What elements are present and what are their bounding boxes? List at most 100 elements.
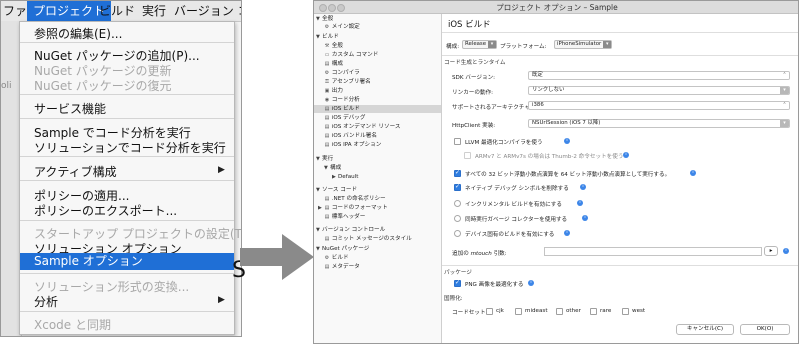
sidebar-item-ios-debug[interactable]: ▤ iOS デバッグ [324,114,366,122]
info-icon[interactable]: i [564,230,570,236]
divider [442,32,798,33]
tools-icon: ⚒ [324,43,330,49]
codeset-mideast-checkbox[interactable] [515,308,522,315]
sidebar-item-main-settings[interactable]: ⚙ メイン設定 [324,23,360,31]
llvm-checkbox[interactable] [454,138,461,145]
info-icon[interactable]: i [690,170,696,176]
ok-button[interactable]: OK(O) [740,324,790,335]
sidebar-item-standard-header[interactable]: ▤ 標準ヘッダー [324,213,366,221]
sdk-version-label: SDK バージョン: [452,75,496,81]
codeset-mideast-label: mideast [525,308,548,314]
sidebar-item-compiler[interactable]: ⚙ コンパイラ [324,69,360,77]
sidebar-item-dotnet-naming-policy[interactable]: ▤ .NET の命名ポリシー [324,195,386,203]
sidebar-item-ios-build[interactable]: ▤ iOS ビルド [314,105,441,113]
sidebar-item-commit-message-style[interactable]: ▤ コミット メッセージのスタイル [324,235,412,243]
platform-select[interactable]: iPhoneSimulator ▾ [554,40,613,49]
configuration-label: 構成: [446,44,460,50]
menu-separator [20,220,234,221]
page-icon: ▤ [324,106,330,112]
menu-separator [20,42,234,43]
sidebar-item-ios-on-demand-resources[interactable]: ▤ iOS オンデマンド リソース [324,123,401,131]
httpclient-select[interactable]: NSUrlSession (iOS 7 以降) ▾ [528,119,790,128]
menu-item-analyze-solution[interactable]: ソリューションでコード分析を実行 [34,139,226,156]
output-icon: ▣ [324,88,330,94]
mtouch-args-input[interactable] [544,247,762,256]
sidebar-item-assembly-signing[interactable]: ⚿ アセンブリ署名 [324,78,371,86]
menu-item-service-features[interactable]: サービス機能 [34,100,106,117]
sidebar-group-source-code[interactable]: ▼ ソース コード [316,186,357,194]
gear-icon: ⚙ [324,24,330,30]
menu-item-active-configuration[interactable]: アクティブ構成 [34,163,117,180]
incremental-build-toggle[interactable] [454,200,461,207]
supported-architectures-label: サポートされるアーキテクチャ: [452,105,532,111]
sidebar-item-custom-commands[interactable]: ▭ カスタム コマンド [324,51,379,59]
divider [442,55,798,56]
dialog-title: プロジェクト オプション – Sample [496,3,618,12]
sidebar-group-general[interactable]: ▼ 全般 [316,15,333,23]
info-icon[interactable]: i [528,280,534,286]
page-title: iOS ビルド [448,20,491,30]
codeset-other-checkbox[interactable] [556,308,563,315]
device-specific-build-label: デバイス固有のビルドを有効にする [465,232,555,238]
sdk-version-combo[interactable]: 既定 ⌃ [528,71,790,80]
sidebar-item-configurations[interactable]: ▤ 構成 [324,60,343,68]
info-icon[interactable]: i [577,200,583,206]
strip-native-debug-symbols-checkbox[interactable] [454,183,461,191]
sidebar-item-build-general[interactable]: ⚒ 全般 [324,42,343,50]
device-specific-build-toggle[interactable] [454,230,461,237]
info-icon[interactable]: i [582,215,588,221]
sidebar-group-version-control[interactable]: ▼ バージョン コントロール [316,226,385,234]
menu-bar: ファイル プロジェクト ビルド 実行 バージョン コントロール [1,1,241,22]
page-icon: ▤ [324,264,330,270]
menu-run[interactable]: 実行 [136,1,172,21]
analysis-icon: ◉ [324,97,330,103]
sidebar-item-code-formatting[interactable]: ▶ ▤ コードのフォーマット [318,204,388,212]
sidebar-group-nuget-package[interactable]: ▼ NuGet パッケージ [316,245,369,253]
info-icon[interactable]: i [783,248,789,254]
float64-label: すべての 32 ビット浮動小数点演算を 64 ビット浮動小数点演算として実行する… [465,172,671,178]
sidebar-item-metadata[interactable]: ▤ メタデータ [324,263,360,271]
supported-architectures-combo[interactable]: i386 ⌃ [528,101,790,110]
menu-separator [20,156,234,157]
codeset-cjk-label: cjk [496,308,504,314]
sidebar-item-ios-bundle-signing[interactable]: ▤ iOS バンドル署名 [324,132,377,140]
page-icon: ▤ [324,142,330,148]
info-icon[interactable]: i [623,152,629,158]
gear-icon: ⚙ [324,255,330,261]
concurrent-gc-toggle[interactable] [454,215,461,222]
optimize-png-checkbox[interactable] [454,279,461,287]
menu-item-restore-nuget: NuGet パッケージの復元 [34,79,172,93]
linker-behavior-select[interactable]: リンクしない ▾ [528,86,790,95]
divider [442,265,798,266]
codeset-rare-checkbox[interactable] [590,308,597,315]
sidebar-group-run[interactable]: ▼ 実行 [316,155,333,163]
sidebar-item-default[interactable]: ▶ Default [332,173,358,181]
info-icon[interactable]: i [564,138,570,144]
project-menu-screenshot: ファイル プロジェクト ビルド 実行 バージョン コントロール oli 参照の編… [0,0,242,337]
menu-item-sample-options[interactable]: Sample オプション [20,253,234,270]
menu-build[interactable]: ビルド [93,1,141,21]
page-icon: ▤ [324,61,330,67]
configuration-select[interactable]: Release ▾ [462,40,498,49]
cancel-button[interactable]: キャンセル(C) [676,324,734,335]
mtouch-args-label: 追加の mtouch 引数: [452,251,507,257]
background-window-text: oli [1,81,12,91]
sidebar-group-run-configurations[interactable]: ▼ 構成 [324,164,341,172]
info-icon[interactable]: i [580,184,586,190]
codeset-west-checkbox[interactable] [622,308,629,315]
menu-item-edit-references[interactable]: 参照の編集(E)... [34,25,122,42]
mtouch-args-menu-button[interactable]: ▸ [764,246,778,256]
menu-item-analyze[interactable]: 分析 [34,293,58,310]
sidebar-item-output[interactable]: ▣ 出力 [324,87,343,95]
menu-separator [20,311,234,312]
sidebar-group-build[interactable]: ▼ ビルド [316,33,339,41]
page-icon: ▤ [324,115,330,121]
sidebar-item-code-analysis[interactable]: ◉ コード分析 [324,96,360,104]
menu-version-control[interactable]: バージョン コントロール [168,1,241,21]
float64-checkbox[interactable] [454,169,461,177]
menu-item-export-policy[interactable]: ポリシーのエクスポート... [34,202,177,219]
sidebar-item-nuget-build[interactable]: ⚙ ビルド [324,254,349,262]
submenu-arrow-icon: ▶ [218,165,225,175]
codeset-cjk-checkbox[interactable] [486,308,493,315]
sidebar-item-ios-ipa-options[interactable]: ▤ iOS IPA オプション [324,141,382,149]
